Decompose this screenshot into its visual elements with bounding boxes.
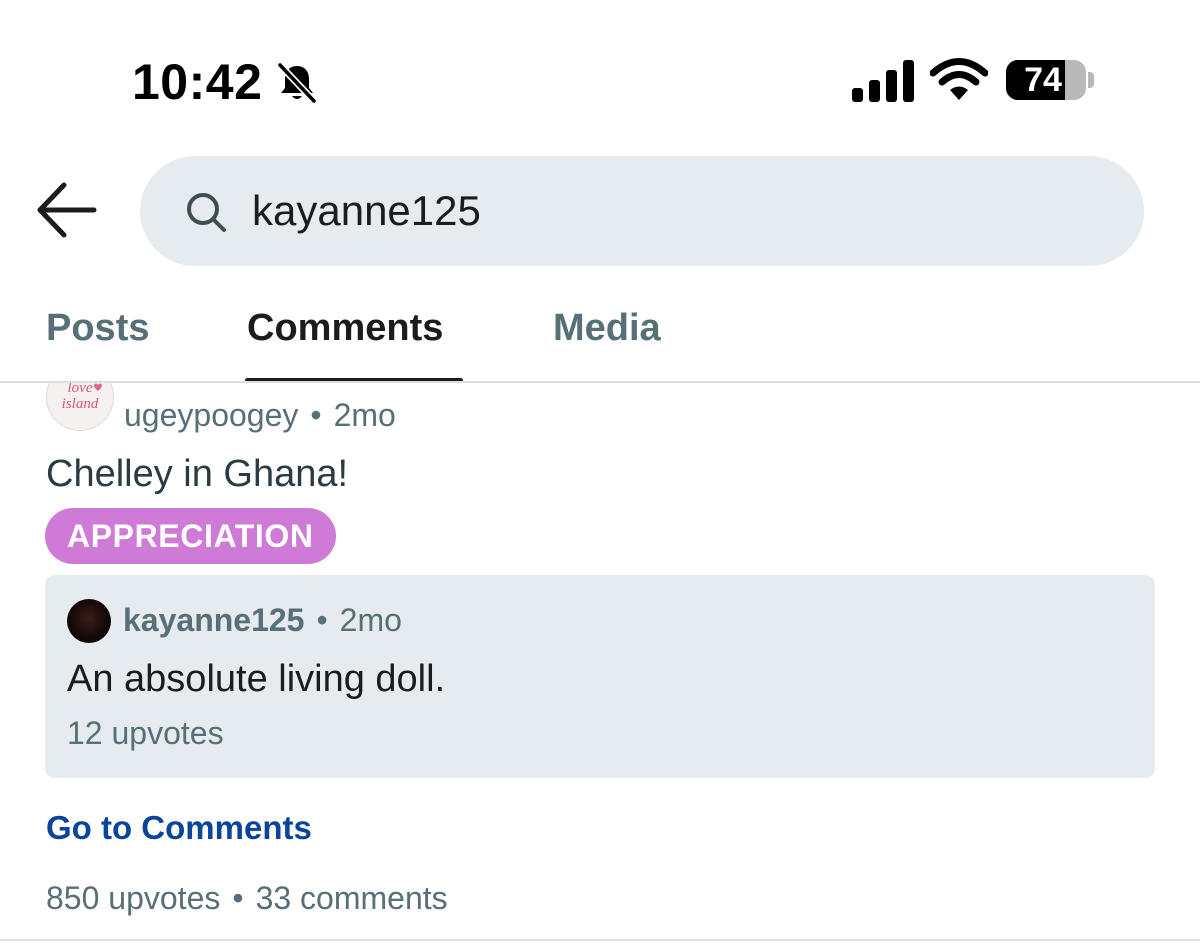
comment-upvotes: 12 upvotes: [67, 715, 224, 751]
comment-author[interactable]: kayanne125: [123, 602, 304, 638]
svg-text:island: island: [62, 396, 99, 412]
app-screen: 10:42 74 kayanne125 Posts Comments Media…: [0, 0, 1200, 952]
status-time: 10:42: [132, 54, 263, 110]
tab-posts[interactable]: Posts: [46, 304, 149, 352]
comment-body: An absolute living doll.: [67, 658, 446, 700]
result-card[interactable]: love island ugeypoogey • 2mo Chelley in Gh…: [0, 383, 1200, 952]
tab-comments[interactable]: Comments: [247, 304, 443, 352]
post-comment-count: 33 comments: [255, 880, 448, 916]
meta-separator: •: [316, 602, 328, 638]
status-bar: 10:42 74: [0, 0, 1200, 150]
post-title[interactable]: Chelley in Ghana!: [46, 451, 348, 497]
post-age: 2mo: [333, 397, 396, 433]
cellular-signal-icon: [852, 60, 914, 102]
divider: [0, 939, 1200, 941]
wifi-icon: [930, 58, 988, 100]
community-avatar[interactable]: love island: [46, 383, 114, 431]
svg-text:love: love: [68, 383, 93, 396]
search-tabs: Posts Comments Media: [0, 300, 1200, 384]
arrow-left-icon[interactable]: [34, 180, 100, 240]
meta-separator: •: [232, 880, 244, 916]
avatar: [67, 599, 111, 643]
battery-icon: 74: [1006, 60, 1086, 100]
post-meta: ugeypoogey • 2mo: [124, 395, 396, 435]
search-input[interactable]: kayanne125: [140, 156, 1144, 266]
battery-cap: [1088, 72, 1094, 88]
bell-slash-icon: [276, 61, 318, 105]
search-query-text[interactable]: kayanne125: [252, 186, 481, 236]
post-stats: 850 upvotes • 33 comments: [46, 877, 448, 919]
comment-meta: kayanne125 • 2mo: [123, 599, 402, 641]
love-island-logo: love island: [47, 383, 113, 430]
battery-percent: 74: [1024, 61, 1062, 99]
search-icon: [187, 193, 226, 232]
post-upvotes: 850 upvotes: [46, 880, 221, 916]
post-flair: APPRECIATION: [45, 508, 336, 564]
comment-preview[interactable]: kayanne125 • 2mo An absolute living doll. …: [45, 575, 1155, 778]
tab-media[interactable]: Media: [553, 304, 661, 352]
meta-separator: •: [310, 397, 322, 433]
post-author[interactable]: ugeypoogey: [124, 397, 298, 433]
comment-age: 2mo: [339, 602, 402, 638]
go-to-comments-link[interactable]: Go to Comments: [46, 807, 312, 849]
